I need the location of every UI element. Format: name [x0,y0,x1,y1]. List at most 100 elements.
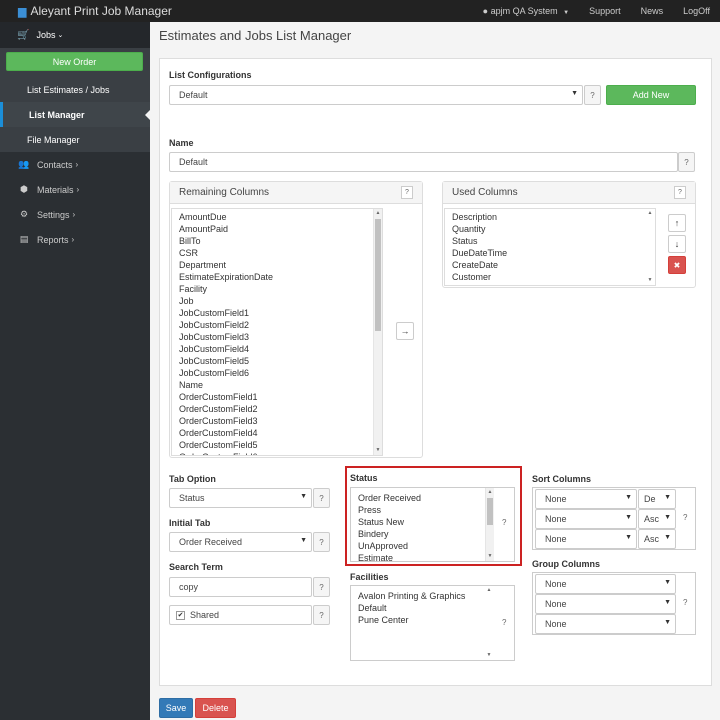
remaining-column-option[interactable]: Department [172,259,382,271]
remaining-column-option[interactable]: EstimateExpirationDate [172,271,382,283]
scroll-up-icon[interactable]: ▲ [646,209,654,218]
scroll-up-icon[interactable]: ▲ [485,586,493,595]
remaining-column-option[interactable]: BillTo [172,235,382,247]
user-menu[interactable]: ● apjm QA System ▼ [473,6,579,16]
facility-option[interactable]: Pune Center [351,614,494,626]
remaining-column-option[interactable]: JobCustomField4 [172,343,382,355]
used-column-option[interactable]: Status [445,235,655,247]
scroll-up-icon[interactable]: ▲ [374,209,382,218]
sort-column-select-3[interactable]: None ▼ [535,529,637,549]
sidebar-item-jobs[interactable]: 🛒 Jobs ⌄ [0,22,150,48]
remaining-column-option[interactable]: Job [172,295,382,307]
remaining-column-option[interactable]: JobCustomField5 [172,355,382,367]
remaining-column-option[interactable]: AmountDue [172,211,382,223]
group-column-select-2[interactable]: None ▼ [535,594,676,614]
sidebar-item-list-estimates-jobs[interactable]: List Estimates / Jobs [0,77,150,102]
new-order-button[interactable]: New Order [6,52,143,71]
sort-column-select-1[interactable]: None ▼ [535,489,637,509]
status-option[interactable]: Estimate [351,552,494,561]
used-column-option[interactable]: Quantity [445,223,655,235]
move-up-button[interactable]: ↑ [668,214,686,232]
status-help-button[interactable]: ? [502,518,506,527]
search-term-help-button[interactable]: ? [313,577,330,597]
status-option[interactable]: Bindery [351,528,494,540]
sort-direction-select-1[interactable]: De ▼ [638,489,676,509]
used-column-option[interactable]: Customer [445,271,655,283]
sidebar-item-materials[interactable]: ⬢ Materials › [0,177,150,202]
used-column-option[interactable]: DueDateTime [445,247,655,259]
group-columns-help-button[interactable]: ? [683,598,687,607]
sidebar-item-file-manager[interactable]: File Manager [0,127,150,152]
sort-column-select-2[interactable]: None ▼ [535,509,637,529]
status-option[interactable]: UnApproved [351,540,494,552]
facility-option[interactable]: Default [351,602,494,614]
scroll-down-icon[interactable]: ▼ [485,651,493,660]
used-columns-help-button[interactable]: ? [674,186,686,199]
remaining-column-option[interactable]: CSR [172,247,382,259]
move-right-button[interactable]: → [396,322,414,340]
status-option[interactable]: Press [351,504,494,516]
remaining-column-option[interactable]: Facility [172,283,382,295]
app-brand[interactable]: ▆ Aleyant Print Job Manager [0,4,172,18]
logoff-link[interactable]: LogOff [673,6,720,16]
tab-option-select[interactable]: Status ▼ [169,488,312,508]
shared-checkbox-row[interactable]: ✔ Shared [169,605,312,625]
facilities-scrollbar[interactable]: ▲ ▼ [485,586,494,660]
used-column-option[interactable]: CreateDate [445,259,655,271]
initial-tab-help-button[interactable]: ? [313,532,330,552]
initial-tab-select[interactable]: Order Received ▼ [169,532,312,552]
remaining-column-option[interactable]: OrderCustomField2 [172,403,382,415]
scrollbar-thumb[interactable] [487,498,493,525]
delete-button[interactable]: Delete [195,698,236,718]
scrollbar-thumb[interactable] [375,219,381,331]
search-term-input[interactable]: copy [169,577,312,597]
remaining-columns-help-button[interactable]: ? [401,186,413,199]
scroll-down-icon[interactable]: ▼ [486,552,494,561]
remaining-column-option[interactable]: JobCustomField2 [172,319,382,331]
sort-columns-help-button[interactable]: ? [683,513,687,522]
remaining-column-option[interactable]: Name [172,379,382,391]
move-down-button[interactable]: ↓ [668,235,686,253]
status-option[interactable]: Order Received [351,492,494,504]
name-help-button[interactable]: ? [678,152,695,172]
status-list[interactable]: Order Received Press Status New Bindery UnAp… [351,488,494,561]
support-link[interactable]: Support [579,6,631,16]
name-input[interactable]: Default [169,152,678,172]
remaining-column-option[interactable]: JobCustomField3 [172,331,382,343]
sort-direction-select-3[interactable]: Asc ▼ [638,529,676,549]
list-config-help-button[interactable]: ? [584,85,601,105]
scroll-down-icon[interactable]: ▼ [374,446,382,455]
shared-checkbox[interactable]: ✔ [176,610,185,620]
remove-column-button[interactable]: ✖ [668,256,686,274]
remaining-column-option[interactable]: OrderCustomField5 [172,439,382,451]
group-column-select-3[interactable]: None ▼ [535,614,676,634]
remaining-columns-list[interactable]: AmountDue AmountPaid BillTo CSR Department Es… [171,208,383,456]
news-link[interactable]: News [631,6,674,16]
facility-option[interactable]: Avalon Printing & Graphics [351,590,494,602]
remaining-column-option[interactable]: JobCustomField1 [172,307,382,319]
facilities-list[interactable]: Avalon Printing & Graphics Default Pune Ce… [351,586,494,660]
facilities-help-button[interactable]: ? [502,618,506,627]
scroll-up-icon[interactable]: ▲ [486,488,494,497]
sidebar-item-list-manager[interactable]: List Manager [0,102,150,127]
used-column-option[interactable]: Description [445,211,655,223]
used-columns-list[interactable]: Description Quantity Status DueDateTime Crea… [444,208,656,286]
remaining-columns-scrollbar[interactable]: ▲ ▼ [373,209,382,455]
remaining-column-option[interactable]: JobCustomField6 [172,367,382,379]
add-new-button[interactable]: Add New [606,85,696,105]
remaining-column-option[interactable]: OrderCustomField6 [172,451,382,455]
sidebar-item-contacts[interactable]: 👥 Contacts › [0,152,150,177]
remaining-column-option[interactable]: OrderCustomField1 [172,391,382,403]
remaining-column-option[interactable]: AmountPaid [172,223,382,235]
sidebar-item-settings[interactable]: ⚙ Settings › [0,202,150,227]
save-button[interactable]: Save [159,698,193,718]
status-option[interactable]: Status New [351,516,494,528]
sidebar-item-reports[interactable]: ▤ Reports › [0,227,150,252]
scroll-down-icon[interactable]: ▼ [646,276,654,285]
sort-direction-select-2[interactable]: Asc ▼ [638,509,676,529]
used-columns-scrollbar[interactable]: ▲ ▼ [646,209,655,285]
list-config-select[interactable]: Default ▼ [169,85,583,105]
status-scrollbar[interactable]: ▲ ▼ [485,488,494,561]
group-column-select-1[interactable]: None ▼ [535,574,676,594]
tab-option-help-button[interactable]: ? [313,488,330,508]
